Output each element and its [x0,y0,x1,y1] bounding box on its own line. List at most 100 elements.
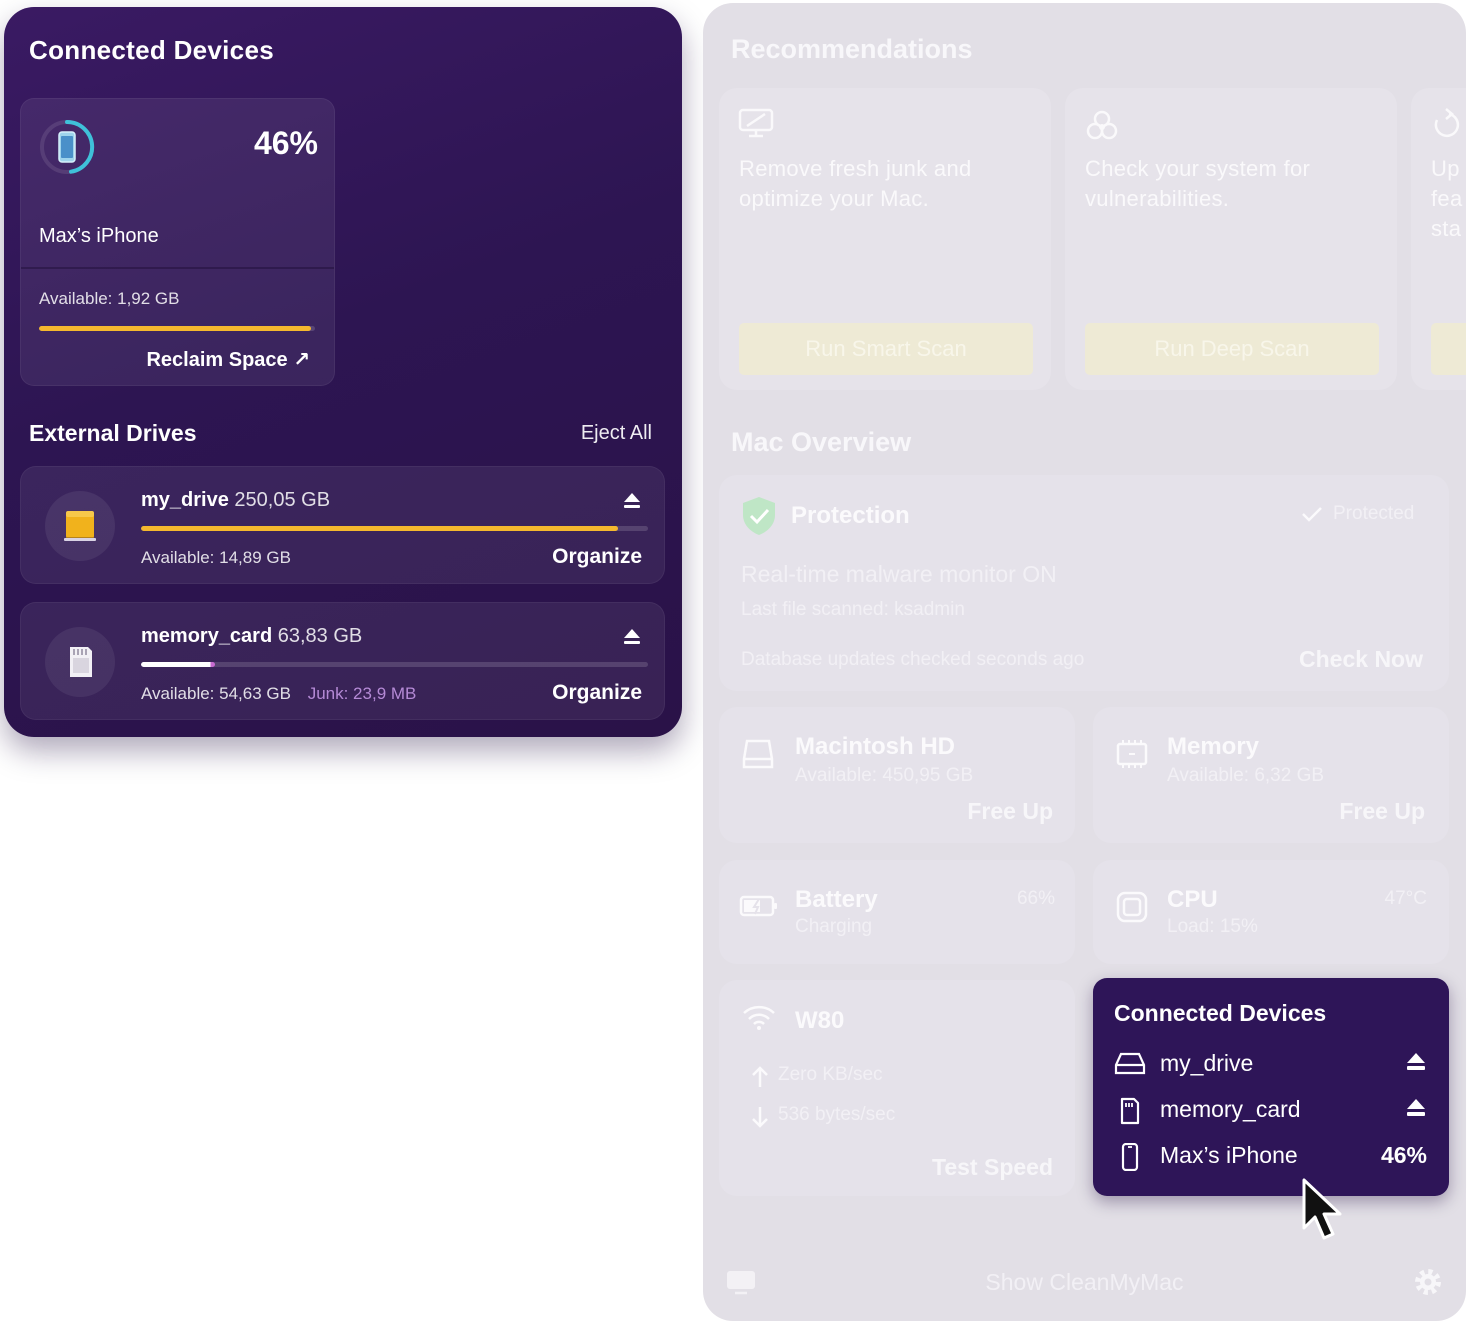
protection-tile[interactable]: Protection Protected Real-time malware m… [719,475,1449,691]
widget-row-iphone[interactable]: Max’s iPhone 46% [1114,1140,1427,1172]
junk-size: Junk: 23,9 MB [307,684,417,703]
widget-item-value: 46% [1380,1142,1427,1168]
connected-devices-panel: Connected Devices 46% Max’s iPhone Avail… [4,7,682,737]
cpu-load: Load: 15% [1167,916,1258,937]
panel-title: Connected Devices [29,35,274,65]
memory-tile[interactable]: Memory Available: 6,32 GB Free Up [1093,707,1449,843]
organize-button[interactable]: Organize [552,681,642,705]
drive-card-my-drive[interactable]: my_drive 250,05 GB Available: 14,89 GB O… [20,466,665,584]
cpu-label: CPU [1167,886,1218,913]
recommendation-card-update: Up fea sta [1411,88,1466,390]
drive-usage-fill [141,526,618,531]
disk-tile[interactable]: Macintosh HD Available: 450,95 GB Free U… [719,707,1075,843]
battery-label: Battery [795,886,878,913]
protection-status: Protected [1333,503,1415,524]
battery-status: Charging [795,916,873,937]
drive-icon-wrap [45,627,115,697]
connected-devices-widget[interactable]: Connected Devices my_drive memory_card M… [1093,978,1449,1196]
widget-item-label: my_drive [1160,1050,1254,1076]
drive-available-text: Available: 14,89 GB [141,548,291,567]
run-deep-scan-button[interactable]: Run Deep Scan [1085,323,1379,375]
battery-tile[interactable]: Battery Charging 66% [719,860,1075,964]
cpu-temperature: 47°C [1384,888,1427,909]
wifi-icon [743,1005,775,1030]
organize-button[interactable]: Organize [552,545,642,569]
card-divider [21,267,334,269]
external-drive-icon [1114,1052,1146,1075]
external-drive-icon [64,511,96,541]
external-drives-heading: External Drives [29,420,197,446]
monitor-cleanup-icon [738,108,774,138]
device-available: Available: 1,92 GB [39,289,180,308]
battery-percent: 46% [253,125,318,161]
drive-icon-wrap [45,491,115,561]
disk-free-up-button[interactable]: Free Up [967,798,1053,825]
drive-usage-bar [141,526,648,531]
widget-item-label: Max’s iPhone [1160,1142,1298,1168]
hard-disk-icon [742,739,774,769]
eject-all-button[interactable]: Eject All [581,422,652,445]
check-now-button[interactable]: Check Now [1299,646,1423,673]
recommendations-heading: Recommendations [731,34,973,64]
drive-name-label: my_drive [141,489,229,511]
last-file-scanned: Last file scanned: ksadmin [741,599,965,620]
drive-available-text: Available: 54,63 GB [141,684,291,703]
cpu-tile[interactable]: CPU Load: 15% 47°C [1093,860,1449,964]
disk-available: Available: 450,95 GB [795,765,974,786]
update-icon [1434,108,1460,138]
protection-headline: Real-time malware monitor ON [741,561,1057,587]
settings-gear-icon[interactable] [1411,1265,1445,1299]
iphone-card[interactable]: 46% Max’s iPhone Available: 1,92 GB Recl… [20,98,335,386]
test-speed-button[interactable]: Test Speed [932,1154,1053,1181]
reclaim-space-button[interactable]: Reclaim Space ↗ [146,347,310,372]
recommendation-button[interactable] [1431,323,1466,375]
eject-icon[interactable] [1405,1097,1427,1119]
button-label: Run Deep Scan [1154,336,1310,361]
drive-available: Available: 14,89 GB [141,548,291,568]
widget-title: Connected Devices [1114,1000,1327,1026]
biohazard-icon [1086,110,1118,140]
memory-chip-icon [1116,740,1148,768]
widget-row-memory-card[interactable]: memory_card [1114,1094,1427,1126]
checkmark-icon [1302,507,1322,522]
memory-label: Memory [1167,733,1260,760]
widget-item-label: memory_card [1160,1096,1301,1122]
eject-icon[interactable] [1405,1051,1427,1073]
drive-name-label: memory_card [141,625,273,647]
network-name: W80 [795,1007,845,1034]
network-tile[interactable]: W80 Zero KB/sec 536 bytes/sec Test Speed [719,980,1075,1196]
drive-name: my_drive 250,05 GB [141,489,330,512]
recommendation-card-deep-scan: Check your system for vulnerabilities. R… [1065,88,1397,390]
disk-label: Macintosh HD [795,733,956,760]
iphone-battery-ring-icon [40,119,95,174]
drive-available: Available: 54,63 GB Junk: 23,9 MB [141,684,416,704]
eject-icon[interactable] [622,627,642,647]
recommendation-card-smart-scan: Remove fresh junk and optimize your Mac.… [719,88,1051,390]
recommendation-text: Check your system for vulnerabilities. [1085,156,1311,211]
iphone-icon [1121,1143,1139,1171]
widget-row-my-drive[interactable]: my_drive [1114,1048,1427,1080]
show-cleanmymac-button[interactable]: Show CleanMyMac [703,1269,1466,1296]
memory-free-up-button[interactable]: Free Up [1339,798,1425,825]
download-speed: 536 bytes/sec [778,1104,896,1125]
database-updates: Database updates checked seconds ago [741,649,1085,670]
cpu-icon [1116,891,1148,923]
protection-label: Protection [791,502,910,529]
drive-size: 63,83 GB [277,625,363,647]
memory-available: Available: 6,32 GB [1167,765,1325,786]
drive-usage-bar [141,662,648,667]
device-name: Max’s iPhone [39,225,159,247]
recommendation-text: Up fea sta [1431,156,1463,241]
mac-overview-heading: Mac Overview [731,427,912,457]
eject-icon[interactable] [622,491,642,511]
button-label: Run Smart Scan [805,336,967,361]
battery-charging-icon [739,895,777,917]
mouse-cursor-icon [1302,1178,1342,1240]
drive-usage-fill [141,662,215,667]
upload-arrow-icon [752,1066,768,1087]
download-arrow-icon [752,1107,768,1128]
run-smart-scan-button[interactable]: Run Smart Scan [739,323,1033,375]
drive-card-memory-card[interactable]: memory_card 63,83 GB Available: 54,63 GB… [20,602,665,720]
device-usage-bar [39,326,315,331]
drive-size: 250,05 GB [234,489,331,511]
